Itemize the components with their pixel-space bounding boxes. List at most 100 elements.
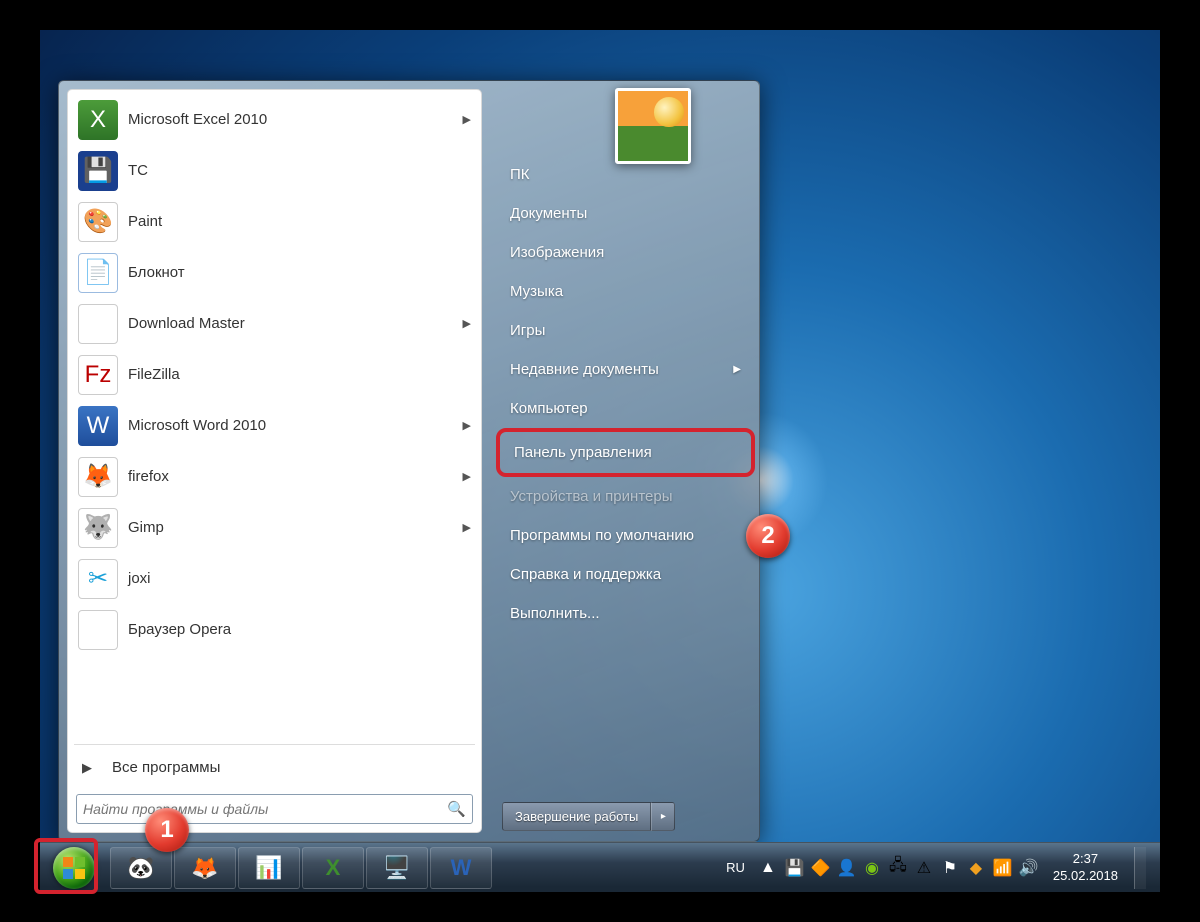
program-label: Microsoft Word 2010: [128, 417, 463, 434]
taskbar-app-excel[interactable]: X: [302, 847, 364, 889]
tray-app-icon-1[interactable]: 🔶: [811, 858, 829, 878]
tray-icons: ▲ 💾 🔶 👤 ◉ 🖧 ⚠ ⚑ ◆ 📶 🔊: [759, 854, 1037, 881]
program-icon: 🐺: [78, 508, 118, 548]
arrow-right-icon: ▶: [82, 760, 92, 776]
program-icon: Fz: [78, 355, 118, 395]
taskbar-app-resource-monitor[interactable]: 📊: [238, 847, 300, 889]
chevron-right-icon: ▶: [463, 317, 471, 330]
start-menu: X Microsoft Excel 2010 ▶ 💾 TC 🎨Paint 📄 Блокнот ⬇…: [58, 80, 760, 842]
program-label: Блокнот: [128, 264, 471, 281]
program-label: TC: [128, 162, 471, 179]
callout-marker-2: 2: [746, 514, 790, 558]
program-label: joxi: [128, 570, 471, 587]
program-item[interactable]: Fz FileZilla: [70, 349, 479, 400]
tray-flag-icon[interactable]: ⚑: [941, 858, 959, 878]
system-tray: RU ▲ 💾 🔶 👤 ◉ 🖧 ⚠ ⚑ ◆ 📶 🔊 2:37 25.02.2018: [722, 847, 1154, 889]
tray-nvidia-icon[interactable]: ◉: [863, 858, 881, 878]
label: ПК: [510, 166, 530, 183]
all-programs-label: Все программы: [112, 759, 220, 776]
program-label: Microsoft Excel 2010: [128, 111, 463, 128]
taskbar-app-word[interactable]: W: [430, 847, 492, 889]
callout-marker-1: 1: [145, 808, 189, 852]
right-item-default-programs[interactable]: Программы по умолчанию: [502, 516, 749, 555]
right-item-help[interactable]: Справка и поддержка: [502, 555, 749, 594]
taskbar-clock[interactable]: 2:37 25.02.2018: [1047, 851, 1124, 884]
label: Справка и поддержка: [510, 566, 661, 583]
program-label: Браузер Opera: [128, 621, 471, 638]
divider: [74, 744, 475, 745]
all-programs-button[interactable]: ▶ Все программы: [68, 749, 481, 786]
program-icon: W: [78, 406, 118, 446]
right-item-devices[interactable]: Устройства и принтеры: [502, 477, 749, 516]
label: Музыка: [510, 283, 563, 300]
right-item-run[interactable]: Выполнить...: [502, 594, 749, 633]
tray-alert-icon[interactable]: ⚠: [915, 858, 933, 878]
label: Выполнить...: [510, 605, 600, 622]
program-icon: 🎨: [78, 202, 118, 242]
program-label: FileZilla: [128, 366, 471, 383]
label: Документы: [510, 205, 587, 222]
show-desktop-button[interactable]: [1134, 847, 1146, 889]
label: Программы по умолчанию: [510, 527, 694, 544]
label: Устройства и принтеры: [510, 488, 672, 505]
tray-wifi-icon[interactable]: 📶: [993, 858, 1011, 878]
search-area: 🔍: [68, 786, 481, 832]
program-icon: 📄: [78, 253, 118, 293]
program-icon: 🦊: [78, 457, 118, 497]
start-button[interactable]: [46, 845, 102, 891]
right-item-computer[interactable]: Компьютер: [502, 389, 749, 428]
label: Недавние документы: [510, 361, 659, 378]
search-input[interactable]: [83, 801, 447, 817]
program-icon: O: [78, 610, 118, 650]
language-indicator[interactable]: RU: [722, 858, 749, 877]
program-icon: X: [78, 100, 118, 140]
chevron-right-icon: ▶: [463, 419, 471, 432]
shutdown-options-button[interactable]: ▸: [651, 802, 675, 831]
tray-app-icon-3[interactable]: ◆: [967, 858, 985, 878]
tray-save-icon[interactable]: 💾: [785, 858, 803, 878]
search-icon: 🔍: [447, 800, 466, 818]
right-item-control-panel[interactable]: Панель управления: [500, 432, 751, 473]
chevron-right-icon: ▶: [463, 521, 471, 534]
tray-app-icon-2[interactable]: 👤: [837, 858, 855, 878]
windows-logo-icon: [53, 847, 95, 889]
chevron-right-icon: ▶: [463, 470, 471, 483]
tray-volume-icon[interactable]: 🔊: [1019, 858, 1037, 878]
user-picture[interactable]: [615, 88, 691, 164]
program-item[interactable]: XMicrosoft Excel 2010▶: [70, 94, 479, 145]
program-item[interactable]: W Microsoft Word 2010▶: [70, 400, 479, 451]
program-label: firefox: [128, 468, 463, 485]
label: Изображения: [510, 244, 604, 261]
search-box[interactable]: 🔍: [76, 794, 473, 824]
program-label: Download Master: [128, 315, 463, 332]
right-item-music[interactable]: Музыка: [502, 272, 749, 311]
tray-show-hidden-icon[interactable]: ▲: [759, 859, 777, 877]
clock-time: 2:37: [1053, 851, 1118, 867]
program-icon: ✂: [78, 559, 118, 599]
label: Игры: [510, 322, 545, 339]
program-icon: 💾: [78, 151, 118, 191]
taskbar: 🐼 🦊 📊 X 🖥️ W RU ▲ 💾 🔶 👤 ◉ 🖧 ⚠ ⚑ ◆ 📶 🔊: [40, 842, 1160, 892]
program-item[interactable]: 📄 Блокнот: [70, 247, 479, 298]
shutdown-button[interactable]: Завершение работы: [502, 802, 651, 831]
right-item-recent[interactable]: Недавние документы ▶: [502, 350, 749, 389]
program-label: Gimp: [128, 519, 463, 536]
program-item[interactable]: 🐺 Gimp▶: [70, 502, 479, 553]
taskbar-app-firefox[interactable]: 🦊: [174, 847, 236, 889]
label: Панель управления: [514, 444, 652, 461]
program-item[interactable]: 💾 TC: [70, 145, 479, 196]
program-item[interactable]: 🎨Paint: [70, 196, 479, 247]
tray-network-icon[interactable]: 🖧: [889, 854, 907, 881]
right-item-games[interactable]: Игры: [502, 311, 749, 350]
right-item-pictures[interactable]: Изображения: [502, 233, 749, 272]
program-item[interactable]: 🦊 firefox▶: [70, 451, 479, 502]
taskbar-app-explorer[interactable]: 🖥️: [366, 847, 428, 889]
program-icon: ⬇: [78, 304, 118, 344]
highlight-control-panel: Панель управления: [496, 428, 755, 477]
program-item[interactable]: O Браузер Opera: [70, 604, 479, 655]
taskbar-pinned-group: 🐼 🦊 📊 X 🖥️ W: [110, 847, 492, 889]
program-item[interactable]: ⬇ Download Master▶: [70, 298, 479, 349]
right-item-documents[interactable]: Документы: [502, 194, 749, 233]
taskbar-app-panda[interactable]: 🐼: [110, 847, 172, 889]
program-item[interactable]: ✂ joxi: [70, 553, 479, 604]
